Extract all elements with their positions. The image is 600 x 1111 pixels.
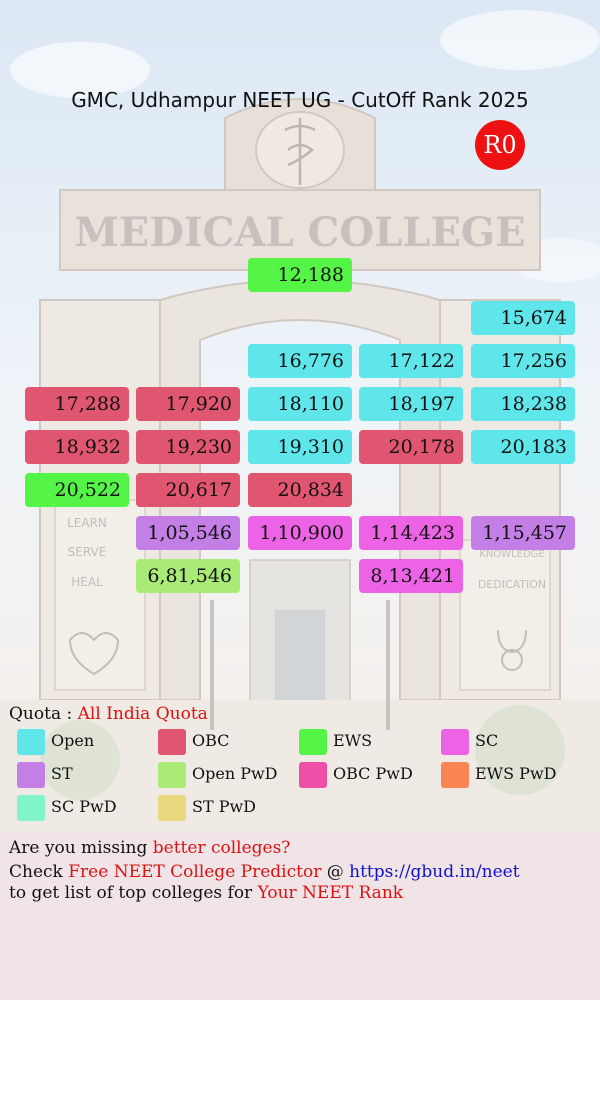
rank-cell: 12,188 [248,258,352,292]
legend-swatch [158,762,186,788]
promo-line-1: Are you missing better colleges? [9,838,290,858]
legend-label: Open [51,731,95,750]
legend-swatch [17,729,45,755]
rank-cell: 20,178 [359,430,463,464]
promo-footer: Are you missing better colleges? Check F… [0,832,600,1000]
rank-cell: 17,256 [471,344,575,378]
rank-cell: 18,932 [25,430,129,464]
rank-cell: 1,14,423 [359,516,463,550]
promo-text: @ [321,862,350,882]
predictor-url-link[interactable]: https://gbud.in/neet [349,862,519,882]
quota-value: All India Quota [77,704,208,724]
rank-cell: 8,13,421 [359,559,463,593]
legend-swatch [17,795,45,821]
legend-label: OBC [192,731,230,750]
legend-label: Open PwD [192,764,278,783]
legend-swatch [17,762,45,788]
legend-swatch [299,762,327,788]
legend-label: SC PwD [51,797,117,816]
rank-cell: 1,15,457 [471,516,575,550]
legend-label: EWS PwD [475,764,557,783]
legend-label: ST [51,764,73,783]
legend-swatch [299,729,327,755]
rank-cell: 16,776 [248,344,352,378]
promo-highlight: better colleges? [152,838,291,858]
legend-label: EWS [333,731,373,750]
legend-swatch [158,729,186,755]
quota-label: Quota : [9,704,73,724]
rank-cell: 20,183 [471,430,575,464]
rank-cell: 19,310 [248,430,352,464]
promo-line-3: to get list of top colleges for Your NEE… [9,883,403,903]
quota-line: Quota : All India Quota [9,704,208,724]
rank-cell: 18,197 [359,387,463,421]
predictor-link[interactable]: Free NEET College Predictor [68,862,321,882]
rank-cell: 6,81,546 [136,559,240,593]
rank-cell: 1,05,546 [136,516,240,550]
legend-label: SC [475,731,499,750]
round-badge: R0 [475,120,525,170]
legend-swatch [441,762,469,788]
promo-line-2: Check Free NEET College Predictor @ http… [9,862,520,882]
rank-cell: 20,834 [248,473,352,507]
rank-cell: 18,110 [248,387,352,421]
legend-swatch [158,795,186,821]
rank-cell: 18,238 [471,387,575,421]
legend-label: OBC PwD [333,764,413,783]
rank-cell: 20,617 [136,473,240,507]
rank-cell: 20,522 [25,473,129,507]
legend-label: ST PwD [192,797,257,816]
rank-cell: 15,674 [471,301,575,335]
promo-text: Check [9,862,69,882]
rank-cell: 19,230 [136,430,240,464]
rank-cell: 17,288 [25,387,129,421]
promo-text: to get list of top colleges for [9,883,258,903]
rank-cell: 17,920 [136,387,240,421]
promo-text: Are you missing [9,838,153,858]
page-title: GMC, Udhampur NEET UG - CutOff Rank 2025 [71,88,529,112]
promo-highlight: Your NEET Rank [257,883,404,903]
legend-swatch [441,729,469,755]
rank-cell: 17,122 [359,344,463,378]
rank-cell: 1,10,900 [248,516,352,550]
